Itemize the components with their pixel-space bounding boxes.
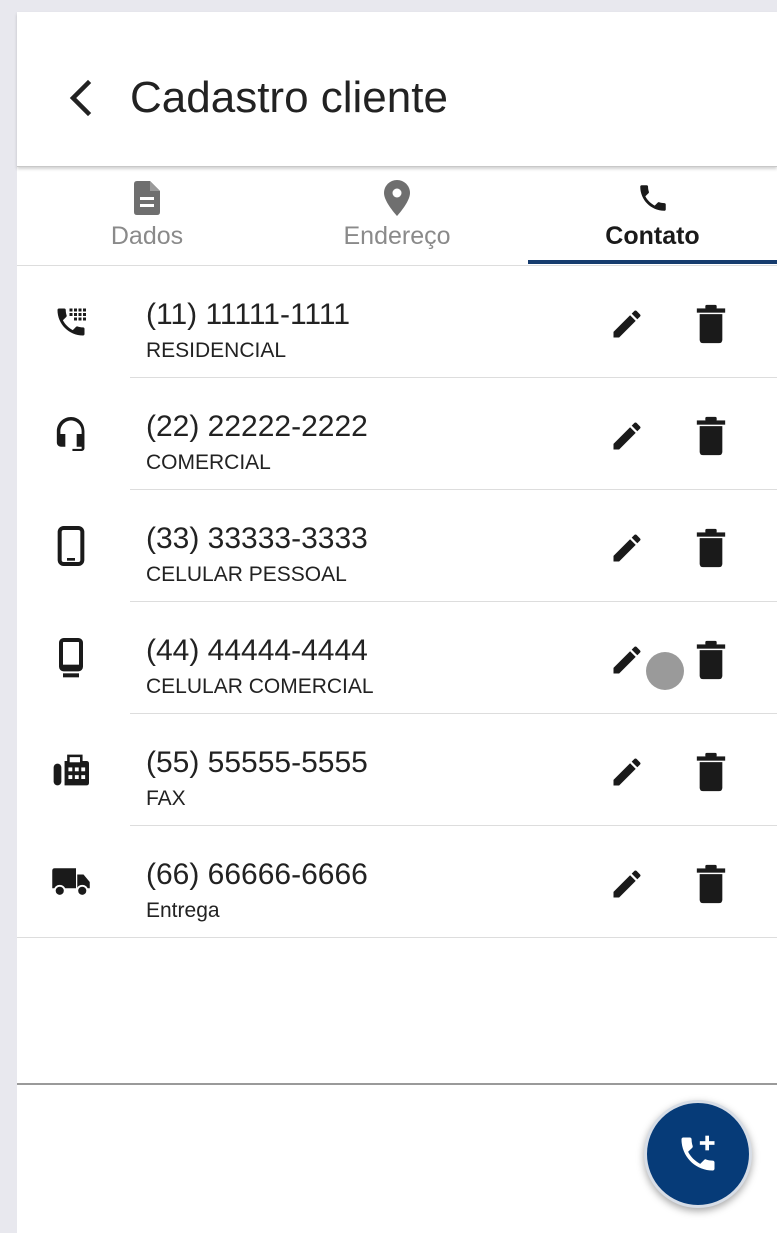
phone-number: (22) 22222-2222	[146, 410, 368, 443]
delete-button[interactable]	[687, 524, 735, 572]
active-tab-indicator	[528, 260, 777, 264]
phone-type: COMERCIAL	[146, 451, 271, 474]
list-item[interactable]: (33) 33333-3333 CELULAR PESSOAL	[17, 490, 777, 602]
fax-icon	[53, 754, 89, 786]
dialpad-phone-icon	[57, 308, 86, 336]
tab-endereco[interactable]: Endereço	[317, 167, 477, 265]
phone-type: CELULAR PESSOAL	[146, 563, 347, 586]
document-icon	[134, 181, 160, 215]
tab-contato[interactable]: Contato	[528, 167, 777, 265]
trash-icon	[696, 640, 726, 680]
trash-icon	[696, 416, 726, 456]
chevron-left-icon	[69, 79, 92, 117]
pencil-icon	[613, 534, 641, 562]
delete-button[interactable]	[687, 636, 735, 684]
pencil-icon	[613, 758, 641, 786]
phone-type: FAX	[146, 787, 186, 810]
phone-icon	[639, 185, 666, 211]
trash-icon	[696, 304, 726, 344]
list-item[interactable]: (11) 11111-1111 RESIDENCIAL	[17, 266, 777, 378]
phone-number: (11) 11111-1111	[146, 298, 351, 331]
list-item[interactable]: (22) 22222-2222 COMERCIAL	[17, 378, 777, 490]
delete-button[interactable]	[687, 860, 735, 908]
mobile-device-icon	[59, 638, 83, 678]
add-phone-icon	[681, 1135, 715, 1171]
smartphone-icon	[57, 526, 85, 566]
list-item[interactable]: (55) 55555-5555 FAX	[17, 714, 777, 826]
tab-label: Dados	[110, 222, 184, 250]
headset-icon	[56, 417, 85, 451]
tab-bar: Dados Endereço Contato	[17, 167, 777, 266]
list-item[interactable]: (66) 66666-6666 Entrega	[17, 826, 777, 938]
edit-button[interactable]	[603, 636, 651, 684]
trash-icon	[696, 864, 726, 904]
edit-button[interactable]	[603, 524, 651, 572]
tab-label: Endereço	[343, 222, 451, 250]
edit-button[interactable]	[603, 412, 651, 460]
tab-dados[interactable]: Dados	[67, 167, 227, 265]
pencil-icon	[613, 646, 641, 674]
add-contact-button[interactable]	[644, 1100, 752, 1208]
contact-list: (11) 11111-1111 RESIDENCIAL (22) 22222-2…	[17, 266, 777, 938]
back-button[interactable]	[55, 70, 105, 126]
pencil-icon	[613, 870, 641, 898]
pencil-icon	[613, 422, 641, 450]
location-pin-icon	[384, 180, 410, 216]
touch-indicator	[646, 652, 684, 690]
trash-icon	[696, 752, 726, 792]
app-screen: Cadastro cliente Dados Endereço Contato …	[17, 12, 777, 1233]
tab-label: Contato	[605, 222, 700, 250]
edit-button[interactable]	[603, 748, 651, 796]
phone-type: Entrega	[146, 899, 220, 922]
app-header: Cadastro cliente	[17, 12, 777, 167]
edit-button[interactable]	[603, 860, 651, 908]
delete-button[interactable]	[687, 300, 735, 348]
pencil-icon	[613, 310, 641, 338]
phone-number: (44) 44444-4444	[146, 634, 368, 667]
list-item[interactable]: (44) 44444-4444 CELULAR COMERCIAL	[17, 602, 777, 714]
trash-icon	[696, 528, 726, 568]
delivery-truck-icon	[52, 868, 90, 897]
phone-number: (33) 33333-3333	[146, 522, 368, 555]
delete-button[interactable]	[687, 748, 735, 796]
phone-number: (55) 55555-5555	[146, 746, 368, 779]
page-title: Cadastro cliente	[130, 73, 448, 122]
edit-button[interactable]	[603, 300, 651, 348]
footer-divider	[17, 1083, 777, 1085]
phone-type: RESIDENCIAL	[146, 339, 287, 362]
phone-number: (66) 66666-6666	[146, 858, 368, 891]
phone-type: CELULAR COMERCIAL	[146, 675, 374, 698]
delete-button[interactable]	[687, 412, 735, 460]
